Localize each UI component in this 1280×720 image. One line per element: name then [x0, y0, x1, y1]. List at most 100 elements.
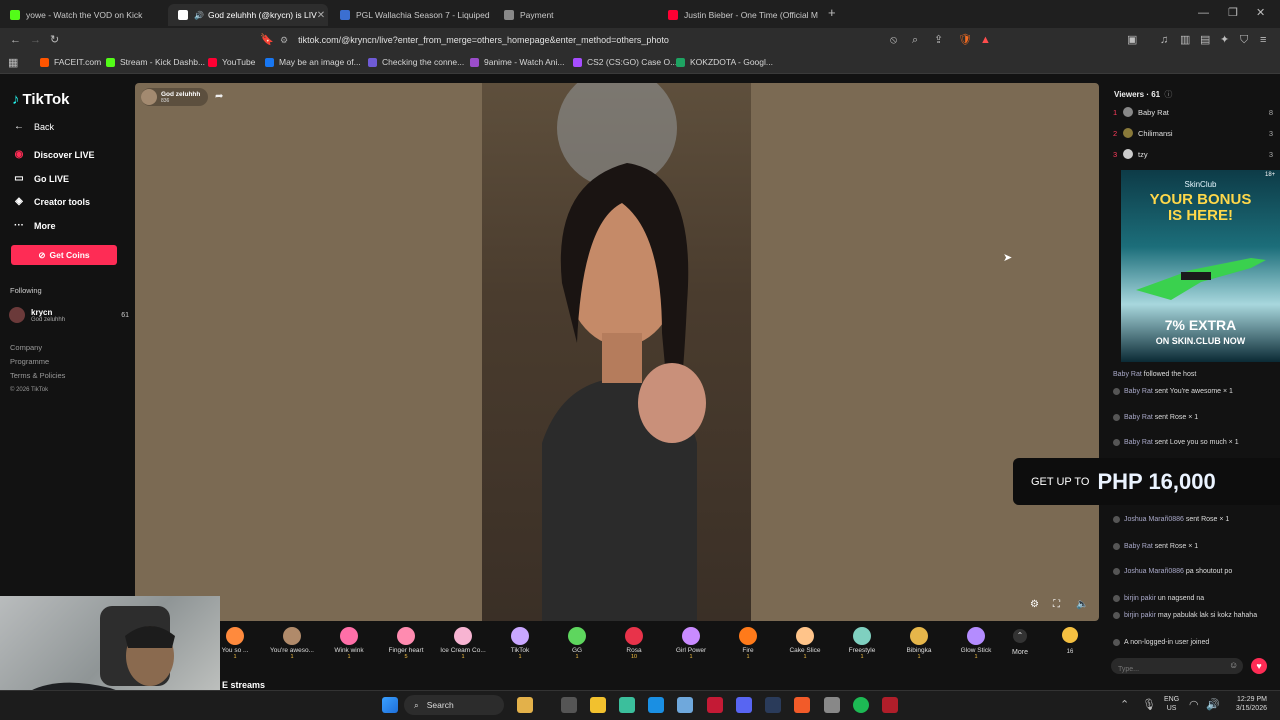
share-icon[interactable]: ⇪ [934, 34, 943, 46]
media-icon[interactable]: ♫ [1160, 34, 1168, 46]
vscode-icon[interactable] [765, 697, 781, 713]
language-indicator[interactable]: ENG US [1164, 695, 1179, 713]
emoji-icon[interactable]: ☺ [1229, 660, 1238, 670]
viewers-heading[interactable]: Viewers · 61 ⓘ [1114, 89, 1172, 100]
taskbar-search[interactable]: ⌕ Search [404, 695, 504, 715]
chat-user[interactable]: birjin pakir [1124, 612, 1156, 619]
bookmark-kokzdota[interactable]: KOKZDOTA - Googl... [676, 57, 773, 67]
footer-terms-link[interactable]: Terms & Policies [10, 369, 65, 383]
back-link[interactable]: ← Back [12, 121, 54, 132]
site-info-icon[interactable]: ⚙ [280, 35, 288, 46]
settings-icon[interactable]: ⚙ [1030, 599, 1039, 610]
leo-icon[interactable]: ✦ [1220, 34, 1229, 46]
chat-user[interactable]: birjin pakir [1124, 595, 1156, 602]
bookmark-cs2[interactable]: CS2 (CS:GO) Case O... [573, 57, 677, 67]
chat-user[interactable]: Baby Rat [1124, 388, 1153, 395]
gift-item[interactable]: Ice Cream Co... 1 [435, 627, 491, 660]
get-coins-button[interactable]: ⊘ Get Coins [11, 245, 117, 265]
skinclub-ad[interactable]: SkinClub YOUR BONUS IS HERE! 7% EXTRA ON… [1121, 170, 1280, 362]
tab-liquipedia[interactable]: PGL Wallachia Season 7 - Liquipedia [330, 4, 490, 26]
chat-user[interactable]: Baby Rat [1113, 371, 1142, 378]
acrobat-icon[interactable] [707, 697, 723, 713]
footer-company-link[interactable]: Company [10, 341, 65, 355]
store-icon[interactable] [677, 697, 693, 713]
volume-icon[interactable]: 🔈 [1076, 599, 1088, 610]
close-window-icon[interactable]: ✕ [1256, 7, 1265, 19]
game-icon[interactable] [882, 697, 898, 713]
nav-more[interactable]: ··· More [12, 220, 56, 231]
bookmark-kick-dashboard[interactable]: Stream - Kick Dashb... [106, 57, 205, 67]
reload-icon[interactable]: ↻ [50, 34, 59, 46]
brave-icon[interactable] [794, 697, 810, 713]
edge-icon[interactable] [648, 697, 664, 713]
steam-icon[interactable] [824, 697, 840, 713]
sidebar-toggle-icon[interactable]: ▣ [1127, 34, 1137, 46]
maximize-icon[interactable]: ❐ [1228, 7, 1238, 19]
tab-youtube[interactable]: Justin Bieber - One Time (Official Mu [658, 4, 818, 26]
gift-item[interactable]: Fire 1 [720, 627, 776, 660]
minimize-icon[interactable]: — [1198, 7, 1209, 19]
vpn-icon[interactable]: ⛉ [1240, 34, 1248, 46]
heart-icon[interactable]: ♥ [1251, 658, 1267, 674]
menu-icon[interactable]: ≡ [1260, 34, 1266, 46]
zoom-icon[interactable]: ⌕ [912, 34, 918, 46]
nav-creator-tools[interactable]: ◈ Creator tools [12, 196, 90, 207]
gift-more-button[interactable]: ⌃ More [1005, 629, 1035, 656]
footer-programme-link[interactable]: Programme [10, 355, 65, 369]
brave-rewards-icon[interactable]: ▲ [980, 34, 991, 46]
live-video-player[interactable]: God zeluhhh 836 ➦ ⚙ ⛶ 🔈 [135, 83, 1099, 621]
tab-kick-vod[interactable]: yowe - Watch the VOD on Kick [0, 4, 165, 26]
tiktok-logo[interactable]: ♪ TikTok [12, 91, 69, 108]
bookmark-facebook[interactable]: May be an image of... [265, 57, 361, 67]
fullscreen-icon[interactable]: ⛶ [1053, 599, 1060, 610]
reading-list-icon[interactable]: ▥ [1180, 34, 1190, 46]
top-viewer-1[interactable]: 1 Baby Rat 8 [1113, 107, 1273, 117]
gift-item[interactable]: Wink wink 1 [321, 627, 377, 660]
copilot-icon[interactable] [619, 697, 635, 713]
chat-input-field[interactable] [1111, 661, 1219, 678]
chat-user[interactable]: Joshua Marañ0886 [1124, 568, 1184, 575]
wifi-icon[interactable]: ◠ [1189, 699, 1199, 711]
spotify-icon[interactable] [853, 697, 869, 713]
nav-discover-live[interactable]: ◉ Discover LIVE [12, 149, 95, 160]
gift-item[interactable]: Freestyle 1 [834, 627, 890, 660]
gift-item[interactable]: Glow Stick 1 [948, 627, 1004, 660]
gift-item[interactable]: Bibingka 1 [891, 627, 947, 660]
gift-item[interactable]: GG 1 [549, 627, 605, 660]
chat-user[interactable]: Baby Rat [1124, 414, 1153, 421]
apps-grid-icon[interactable]: ▦ [8, 57, 18, 69]
volume-icon[interactable]: 🔊 [1206, 699, 1220, 711]
tab-payment[interactable]: Payment [494, 4, 654, 26]
nav-go-live[interactable]: ▭ Go LIVE [12, 173, 69, 184]
host-badge[interactable]: God zeluhhh 836 [141, 88, 209, 106]
top-viewer-2[interactable]: 2 Chilimansi 3 [1113, 128, 1273, 138]
back-arrow-icon[interactable]: ← [10, 34, 21, 46]
gift-item[interactable]: Cake Slice 1 [777, 627, 833, 660]
gift-item[interactable]: Finger heart 5 [378, 627, 434, 660]
gift-item[interactable]: You're aweso... 1 [264, 627, 320, 660]
microphone-icon[interactable]: 🎙 [1142, 699, 1156, 711]
bookmark-icon[interactable]: 🔖 [260, 34, 274, 46]
following-item-krycn[interactable]: krycn God zeluhhh 61 [9, 305, 129, 325]
promo-banner[interactable]: GET UP TO PHP 16,000 [1013, 458, 1280, 505]
clock[interactable]: 12:29 PM 3/15/2026 [1225, 695, 1267, 713]
widget-icon[interactable] [517, 697, 533, 713]
gift-item[interactable]: TikTok 1 [492, 627, 548, 660]
chat-user[interactable]: Baby Rat [1124, 543, 1153, 550]
gift-item[interactable]: Rosa 10 [606, 627, 662, 660]
tab-tiktok-live[interactable]: 🔊 God zeluhhh (@krycn) is LIV ✕ [168, 4, 328, 26]
new-tab-button[interactable]: + [828, 6, 836, 19]
windows-start-icon[interactable] [382, 697, 398, 713]
chat-input[interactable]: ☺ [1111, 658, 1243, 678]
discord-icon[interactable] [736, 697, 752, 713]
bookmark-faceit[interactable]: FACEIT.com [40, 57, 101, 67]
bookmark-youtube[interactable]: YouTube [208, 57, 255, 67]
bookmark-checking[interactable]: Checking the conne... [368, 57, 464, 67]
brave-shield-icon[interactable]: 🛡 [958, 34, 972, 46]
bookmark-9anime[interactable]: 9anime - Watch Ani... [470, 57, 564, 67]
translate-icon[interactable]: ⦸ [890, 34, 897, 46]
file-explorer-icon[interactable] [590, 697, 606, 713]
gift-item[interactable]: Girl Power 1 [663, 627, 719, 660]
share-icon[interactable]: ➦ [215, 91, 223, 102]
forward-arrow-icon[interactable]: → [30, 34, 41, 46]
